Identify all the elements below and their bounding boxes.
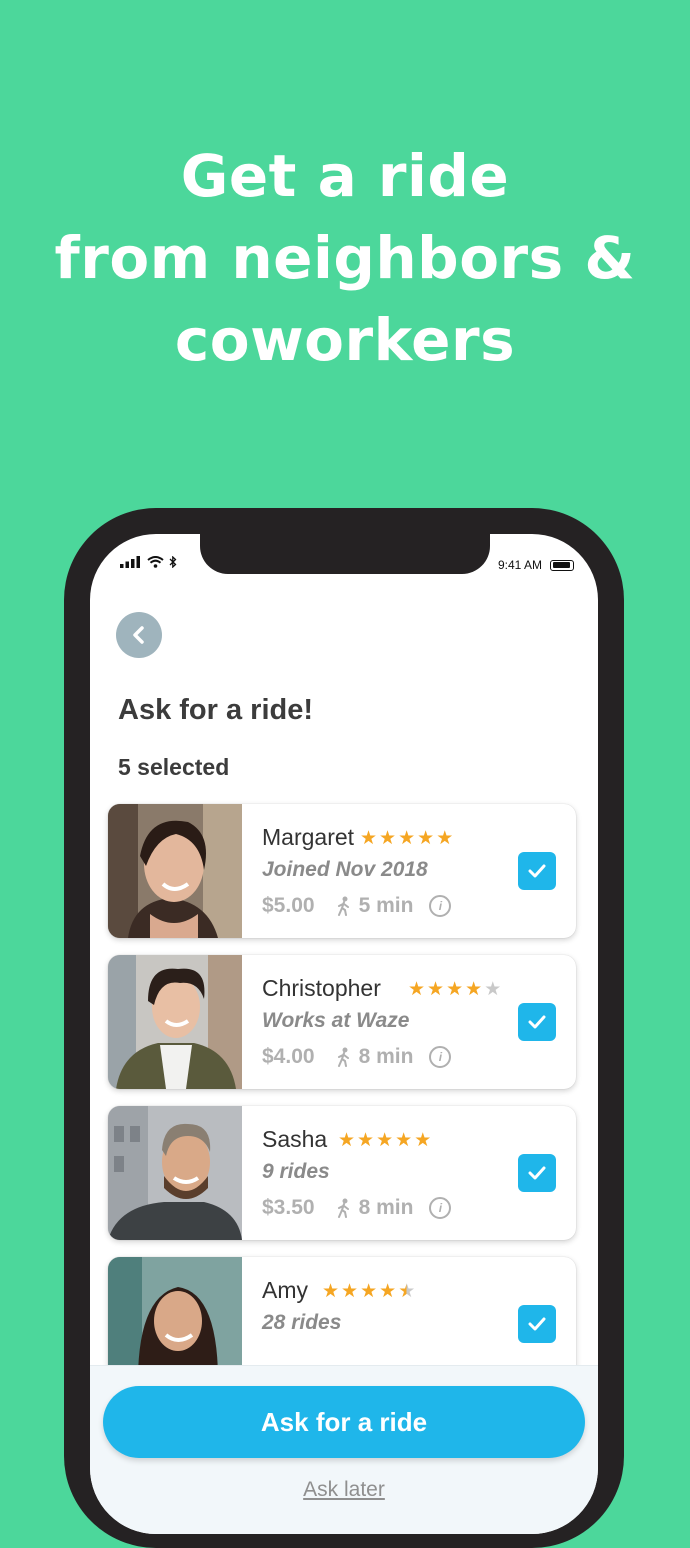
ask-later-link[interactable]: Ask later: [90, 1478, 598, 1502]
star-icon: ★: [398, 827, 416, 849]
star-icon: ★: [417, 827, 435, 849]
info-icon[interactable]: i: [429, 1046, 452, 1068]
star-icon: ★: [484, 978, 502, 1000]
rider-checkbox[interactable]: [518, 1305, 556, 1343]
page-title: Ask for a ride!: [118, 694, 313, 726]
rider-detail: Works at Waze: [262, 1009, 410, 1032]
star-icon: ★: [408, 978, 426, 1000]
rider-card[interactable]: Sasha ★ ★ ★ ★ ★ 9 rides $3.50 8 min i: [108, 1106, 576, 1240]
rider-name: Margaret: [262, 824, 355, 850]
phone-notch: [200, 534, 490, 574]
check-icon: [528, 1166, 546, 1180]
bottom-action-bar: Ask for a ride Ask later: [90, 1365, 598, 1534]
headline: Get a ride from neighbors & coworkers: [0, 135, 690, 381]
star-icon: ★: [341, 1280, 359, 1302]
star-icon: ★: [322, 1280, 340, 1302]
rider-card[interactable]: Christopher ★ ★ ★ ★ ★ Works at Waze $4.0…: [108, 955, 576, 1089]
star-icon: ★: [414, 1129, 432, 1151]
star-icon: ★: [446, 978, 464, 1000]
rider-detail: Joined Nov 2018: [262, 858, 428, 881]
walk-time: 8 min: [358, 1045, 414, 1068]
selected-count: 5 selected: [118, 754, 230, 780]
star-icon: ★: [465, 978, 483, 1000]
wifi-icon: [147, 556, 164, 568]
phone-frame: 9:41 AM Ask for a ride! 5 selected Marga…: [64, 508, 624, 1548]
star-icon: ★: [338, 1129, 356, 1151]
ride-price: $3.50: [262, 1196, 315, 1219]
rider-name: Amy: [262, 1277, 308, 1303]
phone-screen: 9:41 AM Ask for a ride! 5 selected Marga…: [90, 534, 598, 1534]
ride-price: $5.00: [262, 894, 315, 917]
check-icon: [528, 1015, 546, 1029]
status-icons-left: [120, 556, 177, 568]
check-icon: [528, 1317, 546, 1331]
rider-photo-sasha: [108, 1106, 242, 1240]
rider-checkbox[interactable]: [518, 1154, 556, 1192]
check-icon: [528, 864, 546, 878]
rating-stars: ★ ★ ★ ★ ★: [338, 1130, 431, 1150]
ask-for-ride-button[interactable]: Ask for a ride: [103, 1386, 585, 1458]
walking-icon: [337, 1047, 349, 1067]
walking-icon: [337, 896, 349, 916]
star-icon: ★: [360, 1280, 378, 1302]
rating-stars: ★ ★ ★ ★ ★: [322, 1281, 415, 1301]
rider-checkbox[interactable]: [518, 1003, 556, 1041]
chevron-left-icon: [133, 626, 144, 644]
rider-detail: 9 rides: [262, 1160, 330, 1183]
signal-icon: [120, 556, 140, 568]
rider-card[interactable]: Margaret ★ ★ ★ ★ ★ Joined Nov 2018 $5.00…: [108, 804, 576, 938]
rider-checkbox[interactable]: [518, 852, 556, 890]
rider-name: Sasha: [262, 1126, 328, 1152]
rating-stars: ★ ★ ★ ★ ★: [360, 828, 453, 848]
info-icon[interactable]: i: [429, 895, 452, 917]
walking-icon: [337, 1198, 349, 1218]
rider-meta: $4.00 8 min i: [262, 1045, 452, 1069]
ride-price: $4.00: [262, 1045, 315, 1068]
headline-line-3: coworkers: [174, 306, 516, 374]
status-time: 9:41 AM: [497, 558, 542, 572]
headline-line-1: Get a ride: [180, 142, 510, 210]
rider-meta: $5.00 5 min i: [262, 894, 452, 918]
star-icon: ★: [436, 827, 454, 849]
bluetooth-icon: [169, 556, 177, 568]
rating-stars: ★ ★ ★ ★ ★: [408, 979, 501, 999]
headline-line-2: from neighbors &: [54, 224, 636, 292]
info-icon[interactable]: i: [429, 1197, 452, 1219]
rider-photo-christopher: [108, 955, 242, 1089]
star-half-icon: ★: [398, 1280, 416, 1302]
star-icon: ★: [357, 1129, 375, 1151]
rider-detail: 28 rides: [262, 1311, 342, 1334]
back-button[interactable]: [116, 612, 162, 658]
battery-icon: [550, 559, 574, 571]
star-icon: ★: [427, 978, 445, 1000]
walk-time: 5 min: [358, 894, 414, 917]
rider-photo-margaret: [108, 804, 242, 938]
rider-name: Christopher: [262, 975, 381, 1001]
star-icon: ★: [376, 1129, 394, 1151]
star-icon: ★: [395, 1129, 413, 1151]
walk-time: 8 min: [358, 1196, 414, 1219]
rider-meta: $3.50 8 min i: [262, 1196, 452, 1220]
status-icons-right: 9:41 AM: [498, 558, 574, 572]
star-icon: ★: [379, 827, 397, 849]
star-icon: ★: [360, 827, 378, 849]
star-icon: ★: [379, 1280, 397, 1302]
